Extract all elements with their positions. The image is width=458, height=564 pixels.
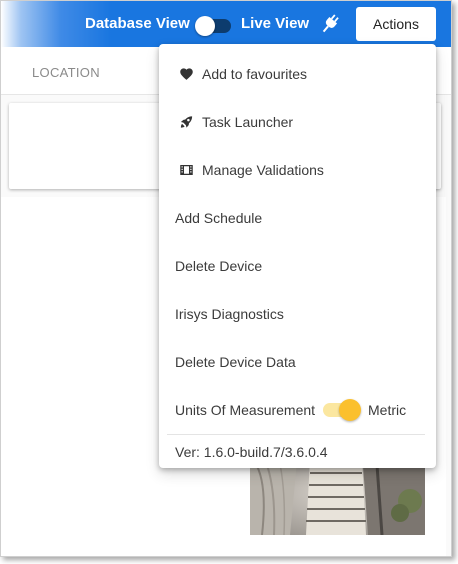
- menu-item-add-schedule[interactable]: Add Schedule: [159, 194, 436, 242]
- actions-button[interactable]: Actions: [356, 7, 436, 41]
- units-value-label: Metric: [368, 402, 407, 418]
- menu-item-units-of-measurement: Units Of Measurement Metric: [159, 386, 436, 434]
- actions-dropdown-menu: Add to favourites Task Launcher Manage V…: [159, 44, 436, 468]
- menu-item-label: Task Launcher: [202, 114, 294, 130]
- version-text: Ver: 1.6.0-build.7/3.6.0.4: [175, 444, 328, 460]
- menu-item-label: Irisys Diagnostics: [175, 306, 284, 322]
- menu-divider: [167, 434, 425, 435]
- rocket-icon: [179, 115, 194, 130]
- view-mode-toggle[interactable]: [195, 15, 231, 36]
- view-mode-toggle-thumb: [195, 16, 215, 36]
- heart-icon: [179, 67, 194, 82]
- units-toggle-thumb: [339, 399, 361, 421]
- menu-item-add-to-favourites[interactable]: Add to favourites: [159, 50, 436, 98]
- units-of-measurement-label: Units Of Measurement: [175, 402, 316, 418]
- film-icon: [179, 163, 194, 178]
- menu-item-task-launcher[interactable]: Task Launcher: [159, 98, 436, 146]
- units-toggle[interactable]: [323, 399, 361, 421]
- menu-item-irisys-diagnostics[interactable]: Irisys Diagnostics: [159, 290, 436, 338]
- menu-item-label: Manage Validations: [202, 162, 324, 178]
- menu-item-delete-device-data[interactable]: Delete Device Data: [159, 338, 436, 386]
- menu-item-manage-validations[interactable]: Manage Validations: [159, 146, 436, 194]
- app-window: Database View Live View Actions LOCATION: [0, 0, 452, 557]
- menu-item-label: Delete Device: [175, 258, 263, 274]
- live-view-label: Live View: [241, 15, 310, 32]
- location-column-label[interactable]: LOCATION: [32, 65, 100, 80]
- top-app-bar: Database View Live View Actions: [1, 1, 451, 47]
- menu-item-label: Delete Device Data: [175, 354, 296, 370]
- connection-plug-icon[interactable]: [319, 12, 341, 36]
- database-view-label: Database View: [85, 15, 190, 32]
- menu-item-label: Add to favourites: [202, 66, 308, 82]
- menu-item-delete-device[interactable]: Delete Device: [159, 242, 436, 290]
- menu-item-label: Add Schedule: [175, 210, 263, 226]
